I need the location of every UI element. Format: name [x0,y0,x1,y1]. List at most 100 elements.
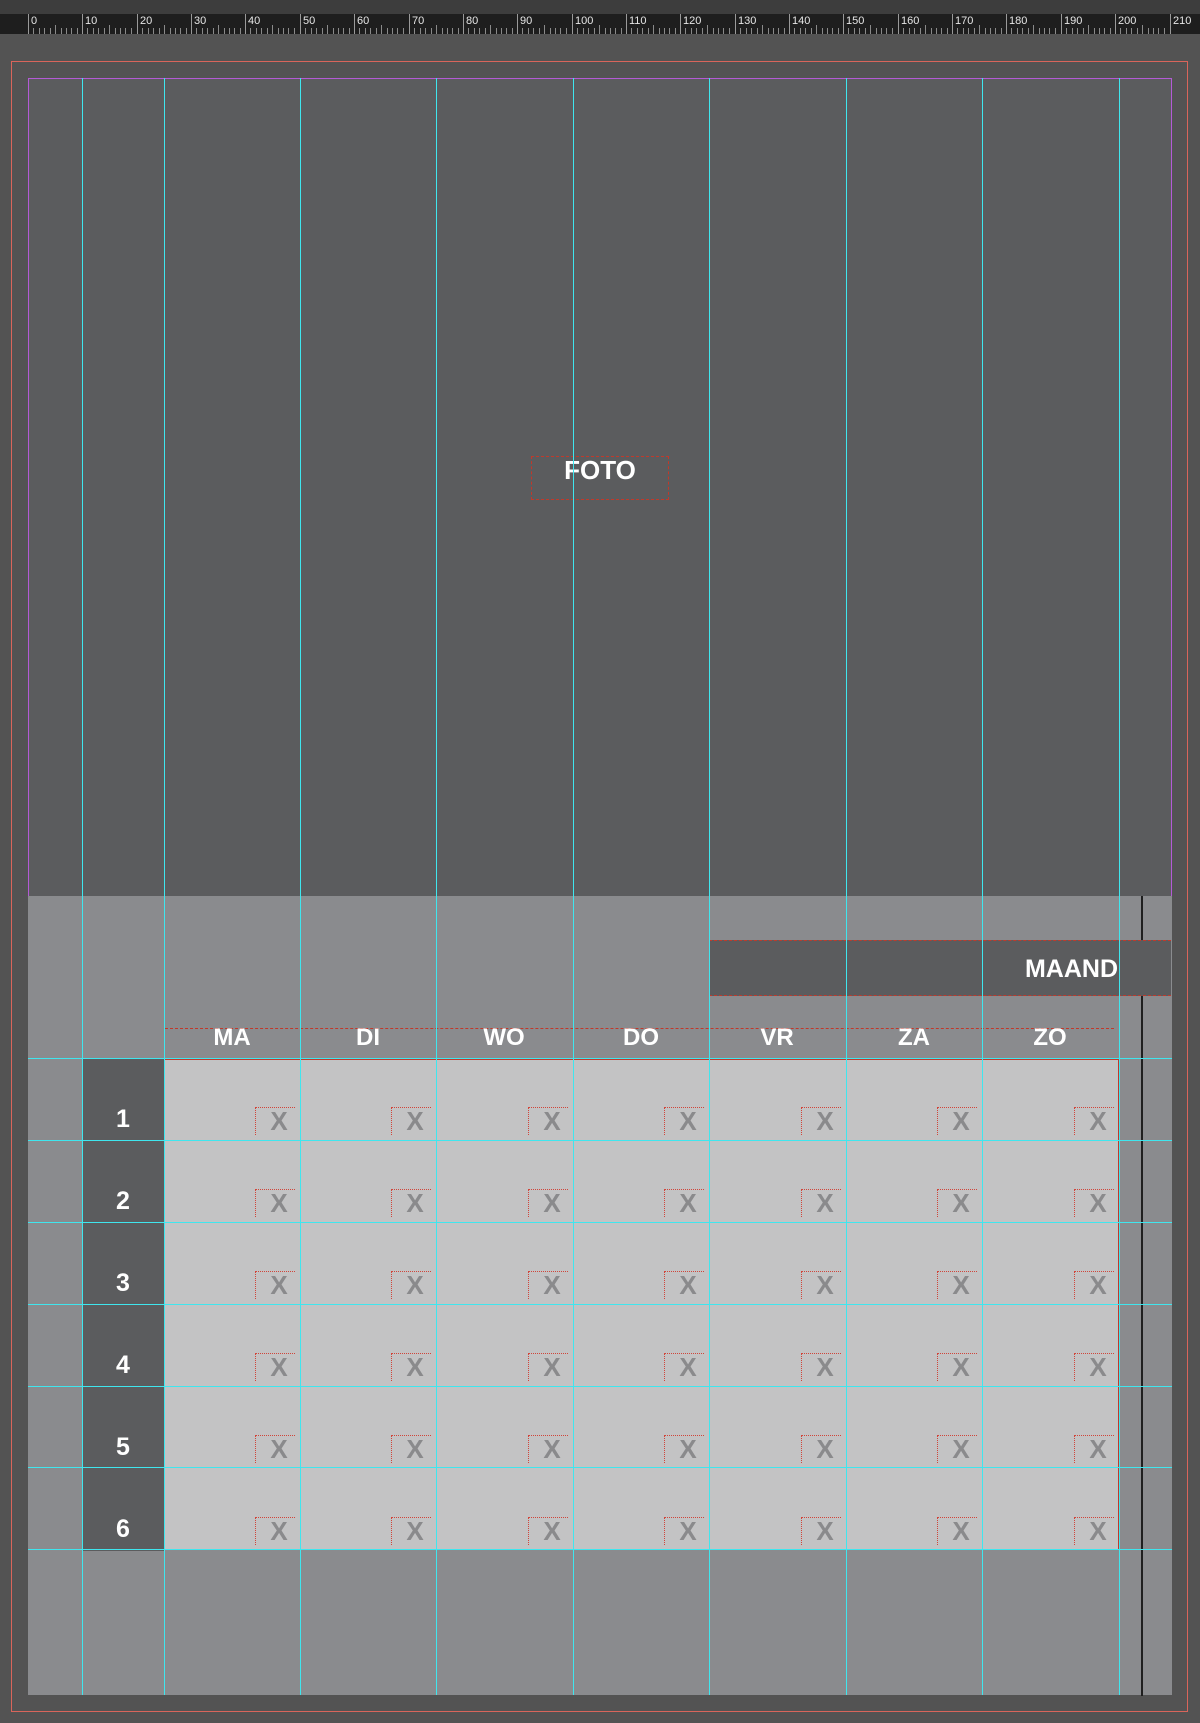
row-guide[interactable] [28,1386,1172,1387]
column-guide[interactable] [300,78,301,1695]
row-guide[interactable] [28,1140,1172,1141]
ruler-minor-tick [294,28,295,34]
ruler-minor-tick [115,28,116,34]
ruler-minor-tick [685,28,686,34]
ruler-minor-tick [50,28,51,34]
column-guide[interactable] [982,78,983,1695]
date-placeholder: X [816,1516,834,1546]
photo-label: FOTO [564,455,636,485]
ruler-minor-tick [164,25,165,34]
date-placeholder: X [816,1188,834,1218]
column-guide[interactable] [709,78,710,1695]
column-guide[interactable] [436,78,437,1695]
day-header-za: ZA [898,1024,930,1051]
date-placeholder: X [679,1352,697,1382]
ruler-label: 0 [31,15,38,27]
ruler-minor-tick [170,28,171,34]
ruler-minor-tick [180,28,181,34]
ruler-minor-tick [723,28,724,34]
ruler-minor-tick [104,28,105,34]
date-placeholder: X [270,1516,288,1546]
ruler-minor-tick [261,28,262,34]
ruler-minor-tick [881,28,882,34]
column-guide[interactable] [164,78,165,1695]
ruler-minor-tick [148,28,149,34]
ruler-label: 120 [683,15,702,27]
ruler-minor-tick [490,25,491,34]
ruler-minor-tick [349,28,350,34]
ruler-minor-tick [865,28,866,34]
ruler-minor-tick [1044,28,1045,34]
ruler-minor-tick [848,28,849,34]
column-guide[interactable] [846,78,847,1695]
ruler-minor-tick [757,28,758,34]
ruler-minor-tick [305,28,306,34]
ruler-minor-tick [414,28,415,34]
row-guide[interactable] [28,1549,1172,1550]
ruler-minor-tick [1088,25,1089,34]
ruler-minor-tick [707,25,708,34]
date-placeholder: X [679,1106,697,1136]
ruler-minor-tick [425,28,426,34]
ruler-minor-tick [886,28,887,34]
ruler-minor-tick [990,28,991,34]
ruler-minor-tick [778,28,779,34]
date-placeholder: X [679,1270,697,1300]
ruler-minor-tick [827,28,828,34]
ruler-major-tick [1115,14,1116,34]
ruler-minor-tick [903,28,904,34]
date-placeholder: X [543,1352,561,1382]
row-guide[interactable] [28,1304,1172,1305]
ruler-minor-tick [474,28,475,34]
date-placeholder: X [543,1106,561,1136]
row-guide[interactable] [28,1058,1172,1059]
column-guide[interactable] [1119,78,1120,1695]
ruler-minor-tick [859,28,860,34]
row-guide[interactable] [28,1467,1172,1468]
date-placeholder: X [952,1352,970,1382]
week-number: 6 [116,1515,130,1543]
date-placeholder: X [816,1106,834,1136]
ruler-major-tick [952,14,953,34]
ruler-minor-tick [659,28,660,34]
ruler-minor-tick [224,28,225,34]
ruler-minor-tick [583,28,584,34]
ruler-minor-tick [1137,28,1138,34]
ruler-label: 40 [248,15,261,27]
ruler-minor-tick [213,28,214,34]
ruler-minor-tick [1104,28,1105,34]
date-placeholder: X [1089,1352,1107,1382]
date-placeholder: X [816,1434,834,1464]
ruler-minor-tick [522,28,523,34]
ruler-major-tick [626,14,627,34]
ruler-minor-tick [142,28,143,34]
ruler-minor-tick [370,28,371,34]
horizontal-ruler[interactable]: 0 10 20 30 40 50 60 70 80 90 100 110 120 130 140 150 160… [0,0,1200,34]
ruler-minor-tick [39,28,40,34]
ruler-minor-tick [420,28,421,34]
ruler-label: 50 [303,15,316,27]
ruler-major-tick [354,14,355,34]
ruler-minor-tick [615,28,616,34]
row-guide[interactable] [28,1222,1172,1223]
ruler-minor-tick [442,28,443,34]
ruler-minor-tick [1164,28,1165,34]
ruler-minor-tick [631,28,632,34]
date-placeholder: X [816,1270,834,1300]
column-guide[interactable] [573,78,574,1695]
ruler-minor-tick [338,28,339,34]
ruler-major-tick [517,14,518,34]
ruler-major-tick [1061,14,1062,34]
ruler-label: 160 [901,15,920,27]
ruler-minor-tick [985,28,986,34]
ruler-minor-tick [669,28,670,34]
date-placeholder: X [952,1434,970,1464]
ruler-minor-tick [621,28,622,34]
column-guide[interactable] [82,78,83,1695]
ruler-minor-tick [109,25,110,34]
ruler-label: 180 [1009,15,1028,27]
day-header-zo: ZO [1033,1024,1067,1051]
ruler-minor-tick [794,28,795,34]
ruler-label: 80 [466,15,479,27]
date-placeholder: X [952,1516,970,1546]
